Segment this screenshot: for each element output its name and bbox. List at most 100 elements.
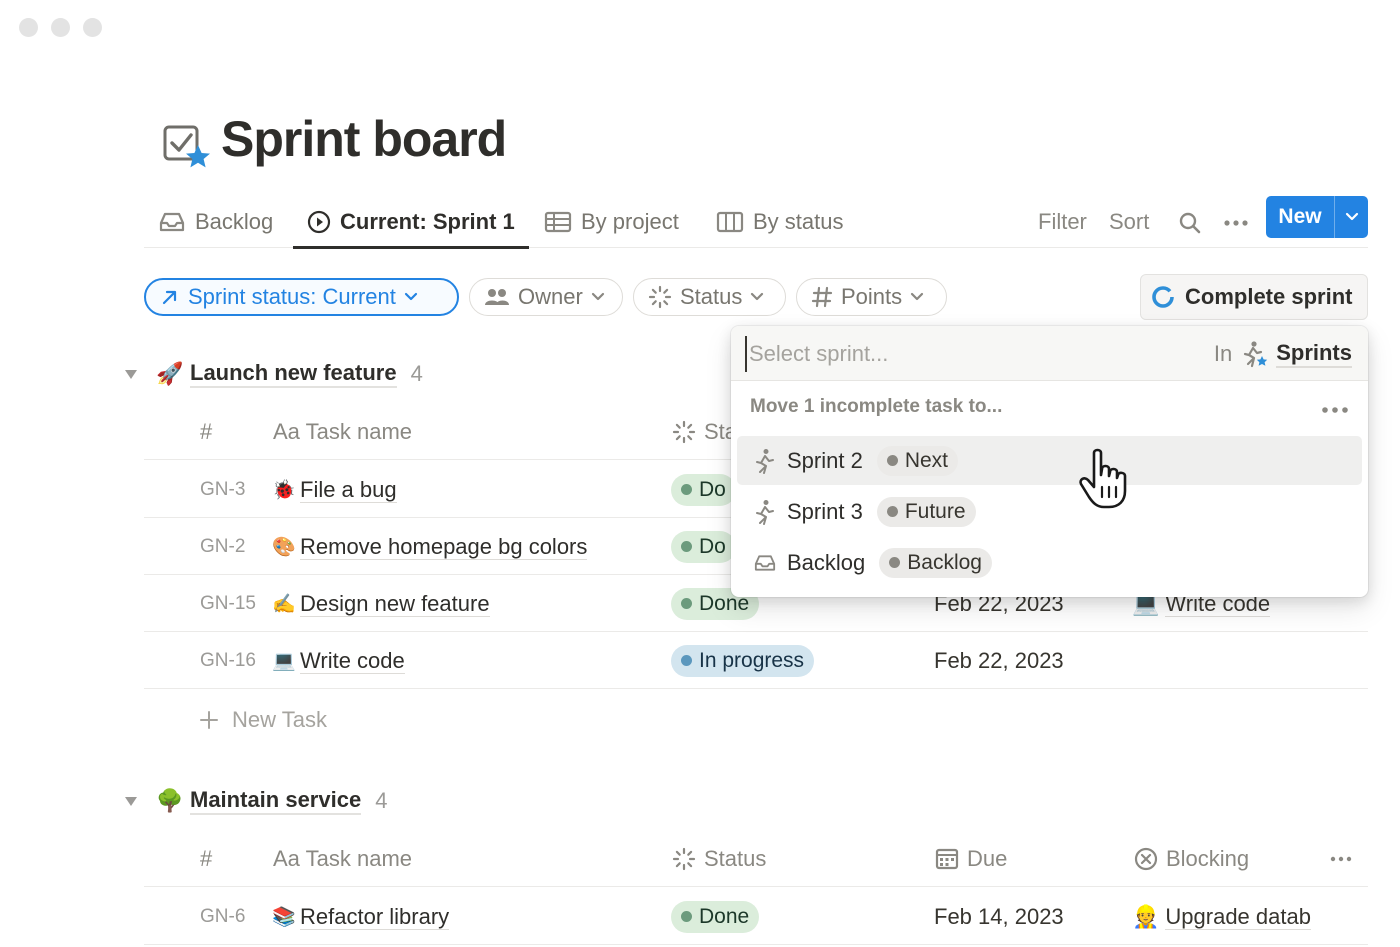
owner-filter[interactable]: Owner [469, 278, 623, 316]
task-name[interactable]: Design new feature [300, 591, 490, 617]
task-name[interactable]: File a bug [300, 477, 397, 503]
sprint-status-tag: Future [876, 496, 976, 527]
x-circle-icon [1134, 847, 1158, 871]
status-cell[interactable]: Do [671, 518, 736, 575]
task-id: GN-16 [200, 649, 256, 671]
task-name[interactable]: Write code [300, 648, 405, 674]
sprint-select-dropdown: In Sprints Move 1 incomplete task to... … [731, 326, 1368, 597]
construction-worker-icon: 👷 [1132, 903, 1160, 929]
complete-sprint-button[interactable]: Complete sprint [1140, 274, 1368, 320]
option-label: Sprint 3 [787, 498, 863, 524]
close-window-dot[interactable] [19, 18, 38, 37]
books-icon: 📚 [272, 906, 296, 928]
triangle-down-icon[interactable] [124, 367, 138, 381]
group-title[interactable]: Launch new feature [190, 360, 397, 388]
table-row[interactable]: GN-6 📚 Refactor library Done Feb 14, 202… [144, 888, 1368, 945]
table-header: # Aa Task name Status Due Blocking [144, 831, 1368, 887]
column-label: Due [967, 846, 1008, 871]
table-icon [544, 211, 572, 233]
task-id: GN-15 [200, 592, 256, 614]
chevron-down-icon[interactable] [1334, 196, 1368, 238]
sprint-option-sprint-2[interactable]: Sprint 2 Next [737, 436, 1362, 485]
writing-hand-icon: ✍️ [272, 593, 296, 615]
runner-star-icon [1244, 340, 1268, 367]
more-options-icon[interactable] [1320, 398, 1350, 422]
runner-icon [756, 499, 774, 525]
table-row[interactable]: GN-16 💻 Write code In progress Feb 22, 2… [144, 632, 1368, 689]
sprint-option-backlog[interactable]: Backlog Backlog [737, 538, 1362, 587]
play-circle-icon [307, 210, 331, 234]
blocking-cell[interactable]: 👷 Upgrade datab [1132, 888, 1311, 945]
tab-backlog[interactable]: Backlog [158, 196, 273, 248]
sort-button[interactable]: Sort [1109, 196, 1149, 248]
tab-by-project[interactable]: By project [544, 196, 679, 248]
column-status[interactable]: Status [672, 831, 766, 887]
tab-current-sprint[interactable]: Current: Sprint 1 [293, 196, 529, 249]
blocking-task[interactable]: Upgrade datab [1165, 904, 1311, 930]
column-id[interactable]: # [200, 404, 212, 460]
chevron-down-icon [591, 292, 604, 301]
column-id[interactable]: # [200, 831, 212, 887]
group-launch-new-feature[interactable]: 🚀 Launch new feature 4 [124, 360, 423, 388]
status-cell[interactable]: Done [671, 888, 760, 945]
triangle-down-icon[interactable] [124, 794, 138, 808]
task-id: GN-3 [200, 478, 246, 500]
column-blocking[interactable]: Blocking [1134, 831, 1249, 887]
status-cell[interactable]: In progress [671, 632, 815, 689]
maximize-window-dot[interactable] [83, 18, 102, 37]
sprint-option-sprint-3[interactable]: Sprint 3 Future [737, 487, 1362, 536]
source-database[interactable]: In Sprints [1214, 326, 1352, 381]
filter-button[interactable]: Filter [1038, 196, 1087, 248]
due-date[interactable]: Feb 22, 2023 [934, 632, 1064, 689]
minimize-window-dot[interactable] [51, 18, 70, 37]
status-filter[interactable]: Status [633, 278, 786, 316]
task-name[interactable]: Refactor library [300, 904, 450, 930]
task-id: GN-2 [200, 535, 246, 557]
new-button[interactable]: New [1266, 196, 1368, 238]
column-label: Status [704, 846, 767, 871]
more-options-icon[interactable] [1221, 208, 1251, 238]
task-name-cell[interactable]: 💻 Write code [272, 632, 405, 689]
column-task-name[interactable]: Aa Task name [273, 404, 412, 460]
column-task-name[interactable]: Aa Task name [273, 831, 412, 887]
status-cell[interactable]: Do [671, 461, 736, 518]
column-due[interactable]: Due [935, 831, 1007, 887]
task-name-cell[interactable]: ✍️ Design new feature [272, 575, 490, 632]
palette-icon: 🎨 [272, 536, 296, 558]
tree-icon: 🌳 [156, 788, 184, 813]
inbox-icon [159, 212, 185, 232]
filter-label: Owner [518, 284, 583, 309]
more-options-icon[interactable] [1330, 831, 1352, 887]
tag-text: Next [904, 448, 949, 472]
task-name-cell[interactable]: 🎨 Remove homepage bg colors [272, 518, 588, 575]
status-badge: In progress [671, 644, 815, 677]
checkbox-star-icon[interactable] [162, 123, 210, 171]
page-title: Sprint board [221, 111, 507, 167]
group-maintain-service[interactable]: 🌳 Maintain service 4 [124, 787, 387, 815]
board-columns-icon [716, 211, 744, 233]
plus-icon [200, 711, 218, 729]
source-name: Sprints [1276, 340, 1352, 368]
task-name-cell[interactable]: 📚 Refactor library [272, 888, 450, 945]
tab-by-status[interactable]: By status [716, 196, 843, 248]
runner-icon [756, 448, 774, 474]
group-title[interactable]: Maintain service [190, 787, 362, 815]
tab-label: Backlog [195, 209, 274, 234]
status-spinner-icon [648, 285, 672, 309]
task-id: GN-6 [200, 905, 246, 927]
task-name-cell[interactable]: 🐞 File a bug [272, 461, 397, 518]
task-name[interactable]: Remove homepage bg colors [300, 534, 588, 560]
new-task-button[interactable]: New Task [200, 700, 327, 740]
search-icon[interactable] [1175, 208, 1205, 238]
sprint-search-input[interactable] [745, 336, 1205, 372]
filter-label: Points [841, 284, 903, 309]
bug-icon: 🐞 [272, 479, 296, 501]
due-date[interactable]: Feb 14, 2023 [934, 888, 1064, 945]
view-tabs: Backlog Current: Sprint 1 By project By … [144, 196, 1368, 249]
points-filter[interactable]: Points [796, 278, 947, 316]
column-status[interactable]: Sta [672, 404, 737, 460]
status-spinner-icon [672, 847, 696, 871]
status-badge: Do [671, 530, 736, 563]
sprint-status-filter[interactable]: Sprint status: Current [144, 278, 459, 316]
status-text: Do [699, 534, 726, 558]
